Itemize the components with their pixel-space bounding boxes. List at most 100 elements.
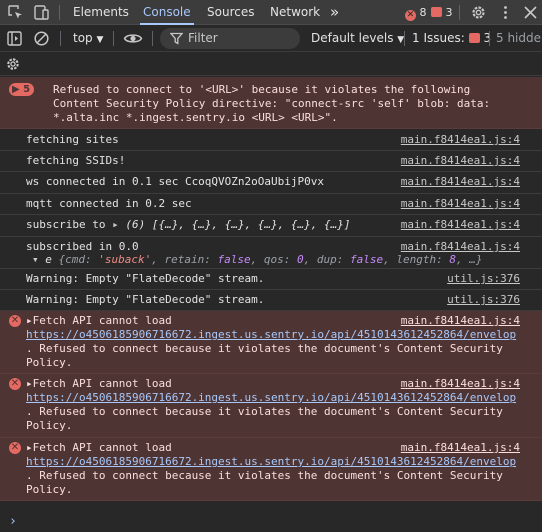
expand-triangle-icon[interactable]: ▾ — [32, 253, 39, 266]
filter-input[interactable]: Filter — [160, 28, 300, 49]
log-message: subscribed in 0.0 main.f8414ea1.js:4 ▾ e… — [0, 237, 542, 269]
expand-triangle-icon[interactable]: ▸ — [26, 314, 33, 327]
fetch-error-message: ✕ ▸Fetch API cannot load main.f8414ea1.j… — [0, 374, 542, 438]
expand-triangle-icon[interactable]: ▸ — [112, 218, 119, 231]
error-head: Fetch API cannot load — [32, 441, 172, 454]
error-tail: . Refused to connect because it violates… — [26, 469, 503, 496]
log-text: mqtt connected in 0.2 sec — [26, 197, 192, 210]
chevron-down-icon: ▼ — [96, 35, 104, 45]
object-key: , length: — [383, 253, 443, 266]
expand-triangle-icon[interactable]: ▸ — [26, 441, 33, 454]
object-value: false — [217, 253, 251, 266]
filter-funnel-icon — [170, 32, 183, 45]
tab-elements[interactable]: Elements — [73, 0, 129, 25]
issues-button[interactable]: 1 Issues: 3 — [412, 25, 491, 52]
log-message: ws connected in 0.1 sec CcoqQVOZn2oOaUbi… — [0, 172, 542, 194]
warning-count: 3 — [445, 6, 453, 19]
error-url-link[interactable]: https://o4506185906716672.ingest.us.sent… — [26, 328, 520, 342]
source-link[interactable]: util.js:376 — [447, 272, 520, 286]
source-link[interactable]: main.f8414ea1.js:4 — [401, 175, 520, 189]
error-icon: ✕ — [405, 10, 416, 21]
tab-separator — [59, 5, 60, 20]
log-message: subscribe to ▸ (6) [{…}, {…}, {…}, {…}, … — [0, 215, 542, 237]
source-link[interactable]: main.f8414ea1.js:4 — [401, 218, 520, 232]
object-value: 0 — [296, 253, 304, 266]
inspect-element-icon[interactable] — [7, 4, 24, 21]
log-text: Warning: Empty "FlateDecode" stream. — [26, 272, 265, 285]
expand-triangle-icon[interactable]: ▸ — [26, 377, 33, 390]
issues-label: 1 Issues: — [412, 31, 465, 45]
live-expression-eye-icon[interactable] — [123, 30, 143, 47]
error-url-link[interactable]: https://o4506185906716672.ingest.us.sent… — [26, 455, 520, 469]
console-toolbar: top ▼ Filter Default levels ▼ 1 Issues: … — [0, 25, 542, 52]
csp-error-message[interactable]: ▶ 5 Refused to connect to '<URL>' becaus… — [0, 77, 542, 129]
warning-count-badge[interactable]: 3 — [431, 6, 453, 19]
tab-console[interactable]: Console — [140, 0, 194, 25]
toolbar-separator — [404, 31, 405, 46]
log-text: fetching SSIDs! — [26, 154, 126, 167]
tab-separator — [459, 5, 460, 20]
clear-console-icon[interactable] — [33, 30, 50, 47]
tab-sources[interactable]: Sources — [207, 0, 254, 25]
object-key: cmd: — [65, 253, 92, 266]
error-url-link[interactable]: https://o4506185906716672.ingest.us.sent… — [26, 391, 520, 405]
log-message: fetching SSIDs! main.f8414ea1.js:4 — [0, 151, 542, 172]
settings-gear-icon[interactable] — [470, 4, 487, 21]
device-toolbar-icon[interactable] — [33, 4, 50, 21]
source-link[interactable]: main.f8414ea1.js:4 — [401, 441, 520, 455]
close-devtools-icon[interactable] — [522, 4, 539, 21]
context-selector[interactable]: top ▼ — [73, 25, 103, 54]
sidebar-toggle-icon[interactable] — [6, 30, 23, 47]
error-count-badge[interactable]: ✕ 8 — [405, 6, 427, 21]
error-head: Fetch API cannot load — [32, 377, 172, 390]
object-key: , qos: — [250, 253, 291, 266]
tab-network[interactable]: Network — [270, 0, 320, 25]
csp-error-text: Refused to connect to '<URL>' because it… — [53, 83, 491, 124]
source-link[interactable]: main.f8414ea1.js:4 — [401, 314, 520, 328]
error-x-icon: ✕ — [9, 378, 21, 390]
toolbar-separator — [152, 31, 153, 46]
filter-placeholder: Filter — [188, 31, 218, 45]
log-message: fetching sites main.f8414ea1.js:4 — [0, 129, 542, 151]
source-link[interactable]: main.f8414ea1.js:4 — [401, 240, 520, 253]
source-link[interactable]: main.f8414ea1.js:4 — [401, 154, 520, 168]
source-link[interactable]: main.f8414ea1.js:4 — [401, 377, 520, 391]
log-text: Warning: Empty "FlateDecode" stream. — [26, 293, 265, 306]
object-preview[interactable]: ▾ e {cmd: 'suback', retain: false, qos: … — [32, 253, 520, 266]
hidden-count: 5 hidden — [496, 31, 542, 45]
console-prompt[interactable]: › — [9, 514, 17, 529]
source-link[interactable]: main.f8414ea1.js:4 — [401, 197, 520, 211]
object-value: 'suback' — [98, 253, 152, 266]
more-tabs-button[interactable]: » — [330, 0, 339, 25]
toolbar-separator — [60, 31, 61, 46]
devtools-tab-bar: Elements Console Sources Network » ✕ 8 3 — [0, 0, 542, 25]
more-options-icon[interactable] — [497, 4, 514, 21]
object-value: 8 — [449, 253, 456, 266]
source-link[interactable]: util.js:376 — [447, 293, 520, 307]
source-link[interactable]: main.f8414ea1.js:4 — [401, 133, 520, 147]
object-key: , dup: — [303, 253, 344, 266]
log-levels-dropdown[interactable]: Default levels ▼ — [311, 25, 404, 54]
error-count: 8 — [419, 6, 427, 19]
error-tail: . Refused to connect because it violates… — [26, 405, 503, 432]
log-text: subscribed in 0.0 — [26, 240, 139, 253]
object-brace: , …} — [455, 253, 483, 266]
error-tail: . Refused to connect because it violates… — [26, 342, 503, 369]
repeat-count: 5 — [23, 84, 31, 95]
object-name: e — [45, 253, 52, 266]
array-preview[interactable]: (6) [{…}, {…}, {…}, {…}, {…}, {…}] — [125, 218, 350, 231]
repeat-count-badge: ▶ 5 — [9, 83, 35, 96]
object-value: false — [349, 253, 384, 266]
log-message: mqtt connected in 0.2 sec main.f8414ea1.… — [0, 194, 542, 215]
log-text: subscribe to — [26, 218, 106, 231]
issue-icon — [468, 33, 480, 43]
console-messages: ▶ 5 Refused to connect to '<URL>' becaus… — [0, 77, 542, 532]
warning-message: Warning: Empty "FlateDecode" stream. uti… — [0, 290, 542, 311]
fetch-error-message: ✕ ▸Fetch API cannot load main.f8414ea1.j… — [0, 311, 542, 374]
context-label: top — [73, 31, 93, 45]
error-head: Fetch API cannot load — [32, 314, 172, 327]
console-settings-gear-icon[interactable] — [5, 56, 21, 72]
issue-icon — [431, 7, 442, 17]
console-settings-bar — [0, 52, 542, 76]
log-text: fetching sites — [26, 133, 119, 146]
